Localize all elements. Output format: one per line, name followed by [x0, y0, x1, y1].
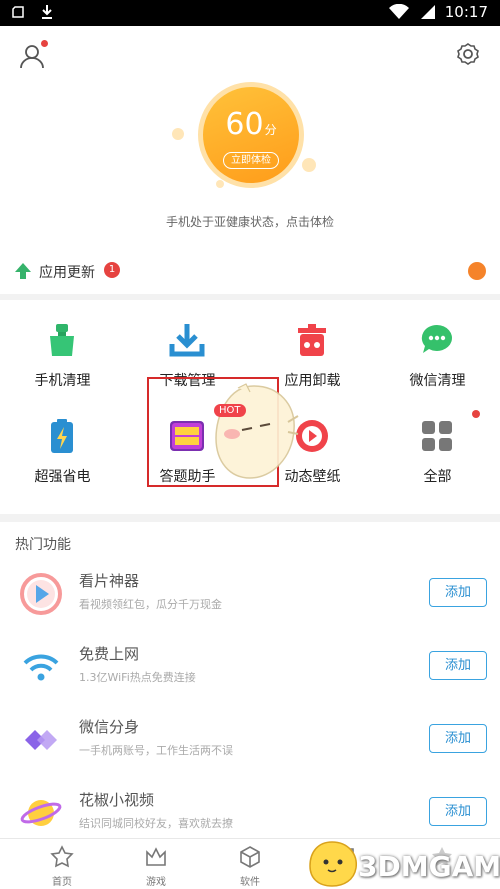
feature-desc: 一手机两账号，工作生活两不误	[79, 744, 233, 757]
health-status-text[interactable]: 手机处于亚健康状态，点击体检	[0, 213, 500, 230]
feature-item[interactable]: 微信分身 一手机两账号，工作生活两不误 添加	[0, 702, 500, 774]
app-update-badge: 1	[104, 262, 120, 278]
hot-tag: HOT	[214, 404, 246, 417]
health-panel: 60分 立即体检 手机处于亚健康状态，点击体检 应用更新 1	[0, 26, 500, 294]
clock: 10:17	[444, 3, 488, 21]
feature-desc: 看视频领红包，瓜分千万现金	[79, 598, 222, 611]
wifi-icon	[23, 654, 59, 681]
feature-desc: 1.3亿WiFi热点免费连接	[79, 671, 196, 684]
tool-all[interactable]: 全部	[375, 396, 500, 492]
feature-item[interactable]: 免费上网 1.3亿WiFi热点免费连接 添加	[0, 629, 500, 701]
add-button[interactable]: 添加	[429, 651, 487, 680]
feature-desc: 结识同城同校好友，喜欢就去撩	[79, 817, 233, 830]
unread-dot	[41, 40, 48, 47]
cube-icon	[240, 846, 260, 868]
tool-phone-clean[interactable]: 手机清理	[0, 300, 125, 396]
add-button[interactable]: 添加	[429, 724, 487, 753]
status-bar: 10:17	[0, 0, 500, 26]
score-unit: 分	[264, 123, 277, 137]
add-button[interactable]: 添加	[429, 578, 487, 607]
basketball-icon[interactable]	[468, 262, 486, 280]
decor-bubble	[216, 180, 224, 188]
user-avatar[interactable]	[18, 40, 48, 70]
watermark-text: 3DMGAME	[358, 850, 500, 883]
home-star-icon	[50, 845, 74, 868]
settings-button[interactable]	[456, 42, 480, 66]
feature-item[interactable]: 看片神器 看视频领红包，瓜分千万现金 添加	[0, 556, 500, 628]
tool-power-save[interactable]: 超强省电	[0, 396, 125, 492]
feature-title: 看片神器	[79, 572, 140, 590]
signal-icon	[420, 5, 435, 19]
new-dot	[472, 410, 480, 418]
crown-icon	[146, 847, 166, 866]
tab-label: 游戏	[146, 877, 166, 888]
download-icon	[169, 324, 205, 357]
grid-icon	[422, 421, 452, 451]
feature-title: 免费上网	[79, 645, 140, 663]
tab-games[interactable]: 游戏	[106, 839, 206, 889]
decor-bubble	[172, 128, 184, 140]
tab-label: 首页	[52, 877, 72, 888]
tool-label: 超强省电	[34, 469, 91, 485]
tab-home[interactable]: 首页	[12, 839, 112, 889]
watermark-mascot-icon	[309, 841, 357, 887]
add-button[interactable]: 添加	[429, 797, 487, 826]
feature-title: 微信分身	[79, 718, 140, 736]
up-arrow-icon	[15, 263, 31, 279]
clone-icon	[25, 730, 57, 750]
watermark: 3DMGAME	[300, 836, 500, 889]
tool-label: 手机清理	[34, 373, 91, 389]
battery-icon	[51, 419, 73, 453]
score-value: 60	[225, 107, 264, 142]
gear-icon	[457, 43, 479, 65]
check-now-button[interactable]: 立即体检	[223, 152, 279, 169]
tool-label: 微信清理	[409, 373, 466, 389]
app-update-row[interactable]: 应用更新 1	[0, 254, 500, 290]
decor-bubble	[302, 158, 316, 172]
notification-icon	[12, 6, 24, 18]
health-score: 60分	[203, 107, 299, 142]
health-score-ring[interactable]: 60分 立即体检	[198, 82, 304, 188]
tab-label: 软件	[240, 877, 260, 888]
wifi-status-icon	[388, 4, 409, 19]
tool-wechat-clean[interactable]: 微信清理	[375, 300, 500, 396]
hot-features-title: 热门功能	[15, 537, 71, 553]
download-status-icon	[42, 5, 52, 19]
mascot-sticker-icon	[215, 383, 299, 479]
broom-icon	[50, 324, 74, 356]
tab-software[interactable]: 软件	[200, 839, 300, 889]
health-score-circle[interactable]: 60分 立即体检	[203, 87, 299, 183]
tool-label: 全部	[423, 469, 452, 485]
play-icon	[20, 573, 62, 615]
wechat-icon	[421, 324, 452, 353]
feature-title: 花椒小视频	[79, 791, 155, 809]
hot-features-section: 热门功能 看片神器 看视频领红包，瓜分千万现金 添加 免费上网 1.3亿WiFi…	[0, 522, 500, 838]
planet-icon	[20, 800, 62, 826]
app-update-label: 应用更新	[39, 265, 95, 281]
trash-icon	[298, 324, 326, 356]
